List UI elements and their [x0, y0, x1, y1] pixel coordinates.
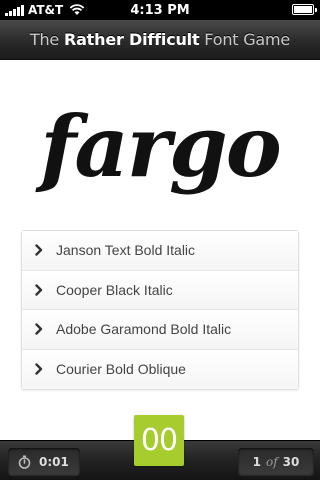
answer-option-3[interactable]: Adobe Garamond Bold Italic	[22, 310, 298, 350]
current-question: 1	[252, 454, 261, 469]
font-specimen-word: fargo	[40, 97, 282, 196]
app-title-bar: The Rather Difficult Font Game	[0, 20, 320, 60]
answer-label: Adobe Garamond Bold Italic	[56, 321, 232, 338]
stopwatch-icon	[18, 455, 31, 469]
timer-value: 0:01	[39, 454, 69, 469]
chevron-right-icon	[22, 323, 56, 335]
timer-display: 0:01	[8, 448, 80, 475]
chevron-right-icon	[22, 284, 56, 296]
status-bar: AT&T 4:13 PM	[0, 0, 320, 20]
chevron-right-icon	[22, 244, 56, 256]
battery-icon	[292, 4, 317, 15]
answer-list: Janson Text Bold Italic Cooper Black Ita…	[21, 230, 299, 390]
answer-label: Cooper Black Italic	[56, 281, 173, 298]
answer-option-1[interactable]: Janson Text Bold Italic	[22, 231, 298, 271]
title-prefix: The	[29, 30, 64, 49]
score-tile: 00	[134, 415, 184, 466]
title-suffix: Font Game	[199, 30, 291, 49]
answer-label: Janson Text Bold Italic	[56, 242, 196, 259]
chevron-right-icon	[22, 363, 56, 375]
title-emphasis: Rather Difficult	[63, 30, 200, 49]
total-questions: 30	[282, 454, 300, 469]
answer-label: Courier Bold Oblique	[56, 361, 186, 378]
status-time: 4:13 PM	[130, 3, 190, 18]
answer-option-4[interactable]: Courier Bold Oblique	[22, 349, 298, 389]
counter-of-label: of	[265, 454, 278, 469]
question-counter: 1 of 30	[238, 448, 314, 475]
answer-option-2[interactable]: Cooper Black Italic	[22, 270, 298, 310]
